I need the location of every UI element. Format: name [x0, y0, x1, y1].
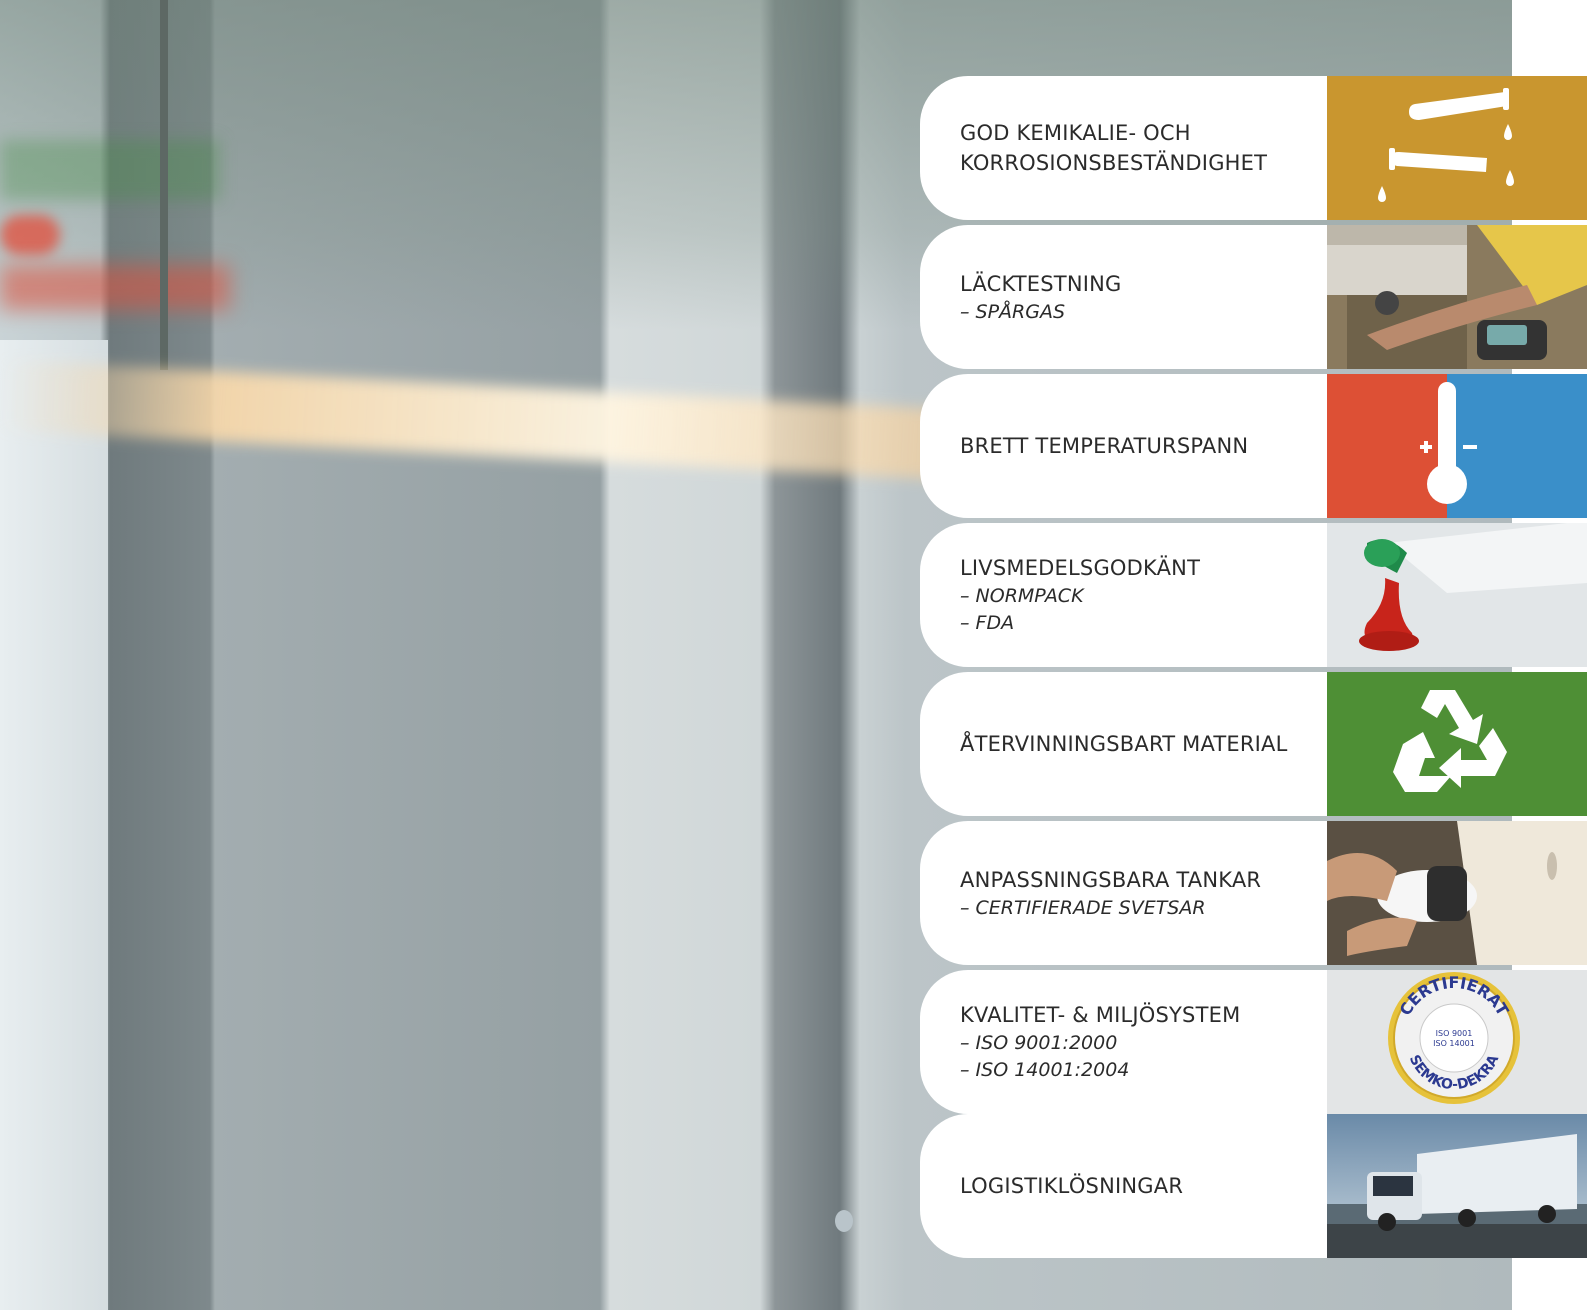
feature-title: LOGISTIKLÖSNINGAR [960, 1174, 1184, 1198]
thermometer-icon [1327, 374, 1587, 518]
feature-sub: – SPÅRGAS [960, 300, 1066, 323]
leak-testing-photo [1327, 225, 1587, 369]
certified-seal-icon: CERTIFIERAT SEMKO-DEKRA ISO 9001 ISO 140… [1327, 970, 1587, 1114]
feature-title: LÄCKTESTNING [960, 271, 1122, 296]
seal-iso-9001: ISO 9001 [1436, 1029, 1473, 1038]
chemical-icon [1327, 76, 1587, 220]
feature-title: GOD KEMIKALIE- OCH [960, 121, 1191, 145]
feature-card: LOGISTIKLÖSNINGAR [920, 1114, 1327, 1258]
feature-card: BRETT TEMPERATURSPANN [920, 374, 1327, 518]
feature-sub: – FDA [960, 612, 1015, 634]
feature-title: LIVSMEDELSGODKÄNT [960, 556, 1201, 580]
feature-row-recycle: ÅTERVINNINGSBART MATERIAL [920, 672, 1587, 816]
feature-row-leak: LÄCKTESTNING – SPÅRGAS [920, 225, 1587, 369]
feature-row-logistics: LOGISTIKLÖSNINGAR [920, 1114, 1587, 1258]
feature-row-quality: KVALITET- & MILJÖSYSTEM – ISO 9001:2000 … [920, 970, 1587, 1114]
recycle-icon [1327, 672, 1587, 816]
feature-title: BRETT TEMPERATURSPANN [960, 434, 1249, 458]
feature-row-temperature: BRETT TEMPERATURSPANN [920, 374, 1587, 518]
feature-card: LIVSMEDELSGODKÄNT – NORMPACK – FDA [920, 523, 1327, 667]
feature-card: KVALITET- & MILJÖSYSTEM – ISO 9001:2000 … [920, 970, 1327, 1114]
feature-title: KORROSIONSBESTÄNDIGHET [960, 151, 1268, 175]
feature-title: ÅTERVINNINGSBART MATERIAL [960, 732, 1288, 756]
seal-iso-14001: ISO 14001 [1433, 1039, 1475, 1048]
feature-card: ÅTERVINNINGSBART MATERIAL [920, 672, 1327, 816]
feature-row-chemical: GOD KEMIKALIE- OCH KORROSIONSBESTÄNDIGHE… [920, 76, 1587, 220]
feature-title: KVALITET- & MILJÖSYSTEM [960, 1003, 1241, 1027]
feature-card: GOD KEMIKALIE- OCH KORROSIONSBESTÄNDIGHE… [920, 76, 1327, 220]
feature-sub: – NORMPACK [960, 585, 1084, 607]
ketchup-photo [1327, 523, 1587, 667]
feature-sub: – CERTIFIERADE SVETSAR [960, 896, 1206, 919]
feature-sub: – ISO 14001:2004 [960, 1059, 1130, 1081]
truck-photo [1327, 1114, 1587, 1258]
feature-card: LÄCKTESTNING – SPÅRGAS [920, 225, 1327, 369]
feature-row-tanks: ANPASSNINGSBARA TANKAR – CERTIFIERADE SV… [920, 821, 1587, 965]
feature-row-food: LIVSMEDELSGODKÄNT – NORMPACK – FDA [920, 523, 1587, 667]
feature-sub: – ISO 9001:2000 [960, 1032, 1118, 1054]
welding-photo [1327, 821, 1587, 965]
feature-title: ANPASSNINGSBARA TANKAR [960, 867, 1262, 892]
feature-card: ANPASSNINGSBARA TANKAR – CERTIFIERADE SV… [920, 821, 1327, 965]
